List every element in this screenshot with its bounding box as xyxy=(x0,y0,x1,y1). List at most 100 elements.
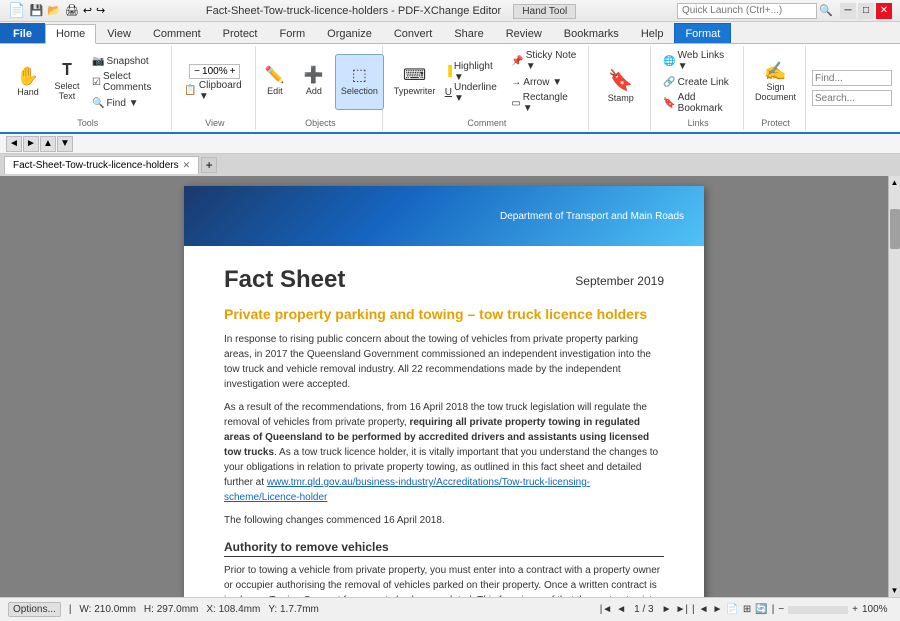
arrow-button[interactable]: → Arrow ▼ xyxy=(507,72,582,92)
typewriter-icon: ⌨ xyxy=(403,68,426,84)
tab-close-button[interactable]: ✕ xyxy=(183,160,191,171)
find-button[interactable]: 🔍 Find ▼ xyxy=(88,93,165,113)
tab-bookmarks[interactable]: Bookmarks xyxy=(553,23,630,43)
rectangle-icon: ▭ xyxy=(511,98,520,109)
protect-group-content: ✍ SignDocument xyxy=(750,48,801,116)
prev-page-btn[interactable]: ◄ xyxy=(616,604,626,615)
hand-tool-button[interactable]: ✋ Hand xyxy=(10,54,46,110)
tab-view[interactable]: View xyxy=(96,23,142,43)
document-container: Department of Transport and Main Roads F… xyxy=(0,176,888,597)
find-input[interactable] xyxy=(812,70,892,86)
zoom-in-status-btn[interactable]: + xyxy=(852,604,858,615)
underline-button[interactable]: U Underline ▼ xyxy=(441,83,505,103)
ribbon-tab-bar: File Home View Comment Protect Form Orga… xyxy=(0,22,900,44)
main-area: Department of Transport and Main Roads F… xyxy=(0,176,900,597)
scroll-thumb[interactable] xyxy=(890,209,900,249)
quick-launch-input[interactable] xyxy=(677,3,817,19)
links-label: Links xyxy=(688,116,709,128)
undo-icon[interactable]: ↩ xyxy=(83,4,92,17)
first-page-btn[interactable]: |◄ xyxy=(600,604,613,615)
fit-page-btn[interactable]: ⊞ xyxy=(743,604,751,615)
scroll-down-arrow[interactable]: ▼ xyxy=(889,584,900,597)
new-tab-button[interactable]: + xyxy=(201,157,217,173)
page-size-icon: 📄 xyxy=(726,604,738,615)
zoom-out-btn[interactable]: − xyxy=(194,66,200,77)
select-comments-button[interactable]: ☑ Select Comments xyxy=(88,72,165,92)
page-indicator: 1 / 3 xyxy=(630,604,657,615)
zoom-in-btn[interactable]: + xyxy=(230,66,236,77)
last-page-btn[interactable]: ►| xyxy=(675,604,688,615)
back-button[interactable]: ◄ xyxy=(6,136,22,152)
tab-protect[interactable]: Protect xyxy=(212,23,269,43)
document-header: Department of Transport and Main Roads xyxy=(184,186,704,246)
options-button[interactable]: Options... xyxy=(8,602,61,617)
selection-button[interactable]: ⬚ Selection xyxy=(335,54,384,110)
stamp-button[interactable]: 🔖 Stamp xyxy=(603,59,639,115)
web-links-button[interactable]: 🌐 Web Links ▼ xyxy=(659,51,737,71)
add-bookmark-button[interactable]: 🔖 Add Bookmark xyxy=(659,93,737,113)
quick-open-icon[interactable]: 📂 xyxy=(47,4,61,17)
quick-save-icon[interactable]: 💾 xyxy=(29,4,43,17)
tmr-link-1[interactable]: www.tmr.qld.gov.au/business-industry/Acc… xyxy=(224,477,590,503)
snapshot-button[interactable]: 📷 Snapshot xyxy=(88,51,165,71)
edit-button[interactable]: ✏️ Edit xyxy=(257,54,293,110)
tab-form[interactable]: Form xyxy=(269,23,317,43)
tab-home[interactable]: Home xyxy=(45,24,96,44)
close-button[interactable]: ✕ xyxy=(876,3,892,19)
highlight-button[interactable]: ▐ Highlight ▼ xyxy=(441,62,505,82)
search-icon-btn[interactable]: 🔍 xyxy=(819,4,833,17)
scroll-up-arrow[interactable]: ▲ xyxy=(889,176,900,189)
down-button[interactable]: ▼ xyxy=(57,136,73,152)
fwd-nav-btn[interactable]: ► xyxy=(713,604,723,615)
tab-organize[interactable]: Organize xyxy=(316,23,383,43)
tab-share[interactable]: Share xyxy=(443,23,494,43)
add-button[interactable]: ➕ Add xyxy=(296,54,332,110)
protect-label: Protect xyxy=(761,116,790,128)
tab-review[interactable]: Review xyxy=(495,23,553,43)
create-link-button[interactable]: 🔗 Create Link xyxy=(659,72,737,92)
typewriter-label: Typewriter xyxy=(394,86,436,96)
select-text-label: SelectText xyxy=(54,81,79,101)
app-icon: 📄 xyxy=(8,2,25,19)
vertical-scrollbar[interactable]: ▲ ▼ xyxy=(888,176,900,597)
select-text-button[interactable]: 𝐓 SelectText xyxy=(49,54,85,110)
arrow-icon: → xyxy=(511,77,521,88)
back-nav-btn[interactable]: ◄ xyxy=(699,604,709,615)
zoom-slider[interactable] xyxy=(788,606,848,614)
edit-label: Edit xyxy=(267,86,283,96)
clipboard-button[interactable]: 📋 Clipboard ▼ xyxy=(180,81,249,101)
typewriter-button[interactable]: ⌨ Typewriter xyxy=(391,54,437,110)
search-input-bar[interactable] xyxy=(812,90,892,106)
quick-print-icon[interactable]: 🖨 xyxy=(65,4,79,17)
hand-icon: ✋ xyxy=(17,67,39,85)
objects-group-content: ✏️ Edit ➕ Add ⬚ Selection xyxy=(257,48,384,116)
document-tab[interactable]: Fact-Sheet-Tow-truck-licence-holders ✕ xyxy=(4,156,199,174)
search-area xyxy=(808,46,896,130)
maximize-button[interactable]: □ xyxy=(858,3,874,19)
tools-label: Tools xyxy=(77,116,98,128)
zoom-out-status-btn[interactable]: − xyxy=(778,604,784,615)
tab-comment[interactable]: Comment xyxy=(142,23,212,43)
find-icon: 🔍 xyxy=(92,98,104,109)
forward-button[interactable]: ► xyxy=(23,136,39,152)
tab-file[interactable]: File xyxy=(0,23,45,43)
redo-icon[interactable]: ↪ xyxy=(96,4,105,17)
tab-convert[interactable]: Convert xyxy=(383,23,444,43)
tab-help[interactable]: Help xyxy=(630,23,675,43)
rectangle-button[interactable]: ▭ Rectangle ▼ xyxy=(507,93,582,113)
add-bookmark-icon: 🔖 xyxy=(663,98,675,109)
selection-label: Selection xyxy=(341,86,378,96)
sign-document-button[interactable]: ✍ SignDocument xyxy=(750,54,801,110)
document-date: September 2019 xyxy=(575,274,664,288)
title-bar-controls: 🔍 ─ □ ✕ xyxy=(677,3,892,19)
minimize-button[interactable]: ─ xyxy=(840,3,856,19)
sticky-note-button[interactable]: 📌 Sticky Note ▼ xyxy=(507,51,582,71)
next-page-btn[interactable]: ► xyxy=(662,604,672,615)
up-button[interactable]: ▲ xyxy=(40,136,56,152)
paragraph-2: As a result of the recommendations, from… xyxy=(224,400,664,505)
comment-label: Comment xyxy=(467,116,506,128)
zoom-display: − 100% + xyxy=(189,64,240,79)
web-links-label: Web Links ▼ xyxy=(678,50,733,72)
links-col: 🌐 Web Links ▼ 🔗 Create Link 🔖 Add Bookma… xyxy=(659,51,737,113)
tab-format[interactable]: Format xyxy=(674,23,731,43)
